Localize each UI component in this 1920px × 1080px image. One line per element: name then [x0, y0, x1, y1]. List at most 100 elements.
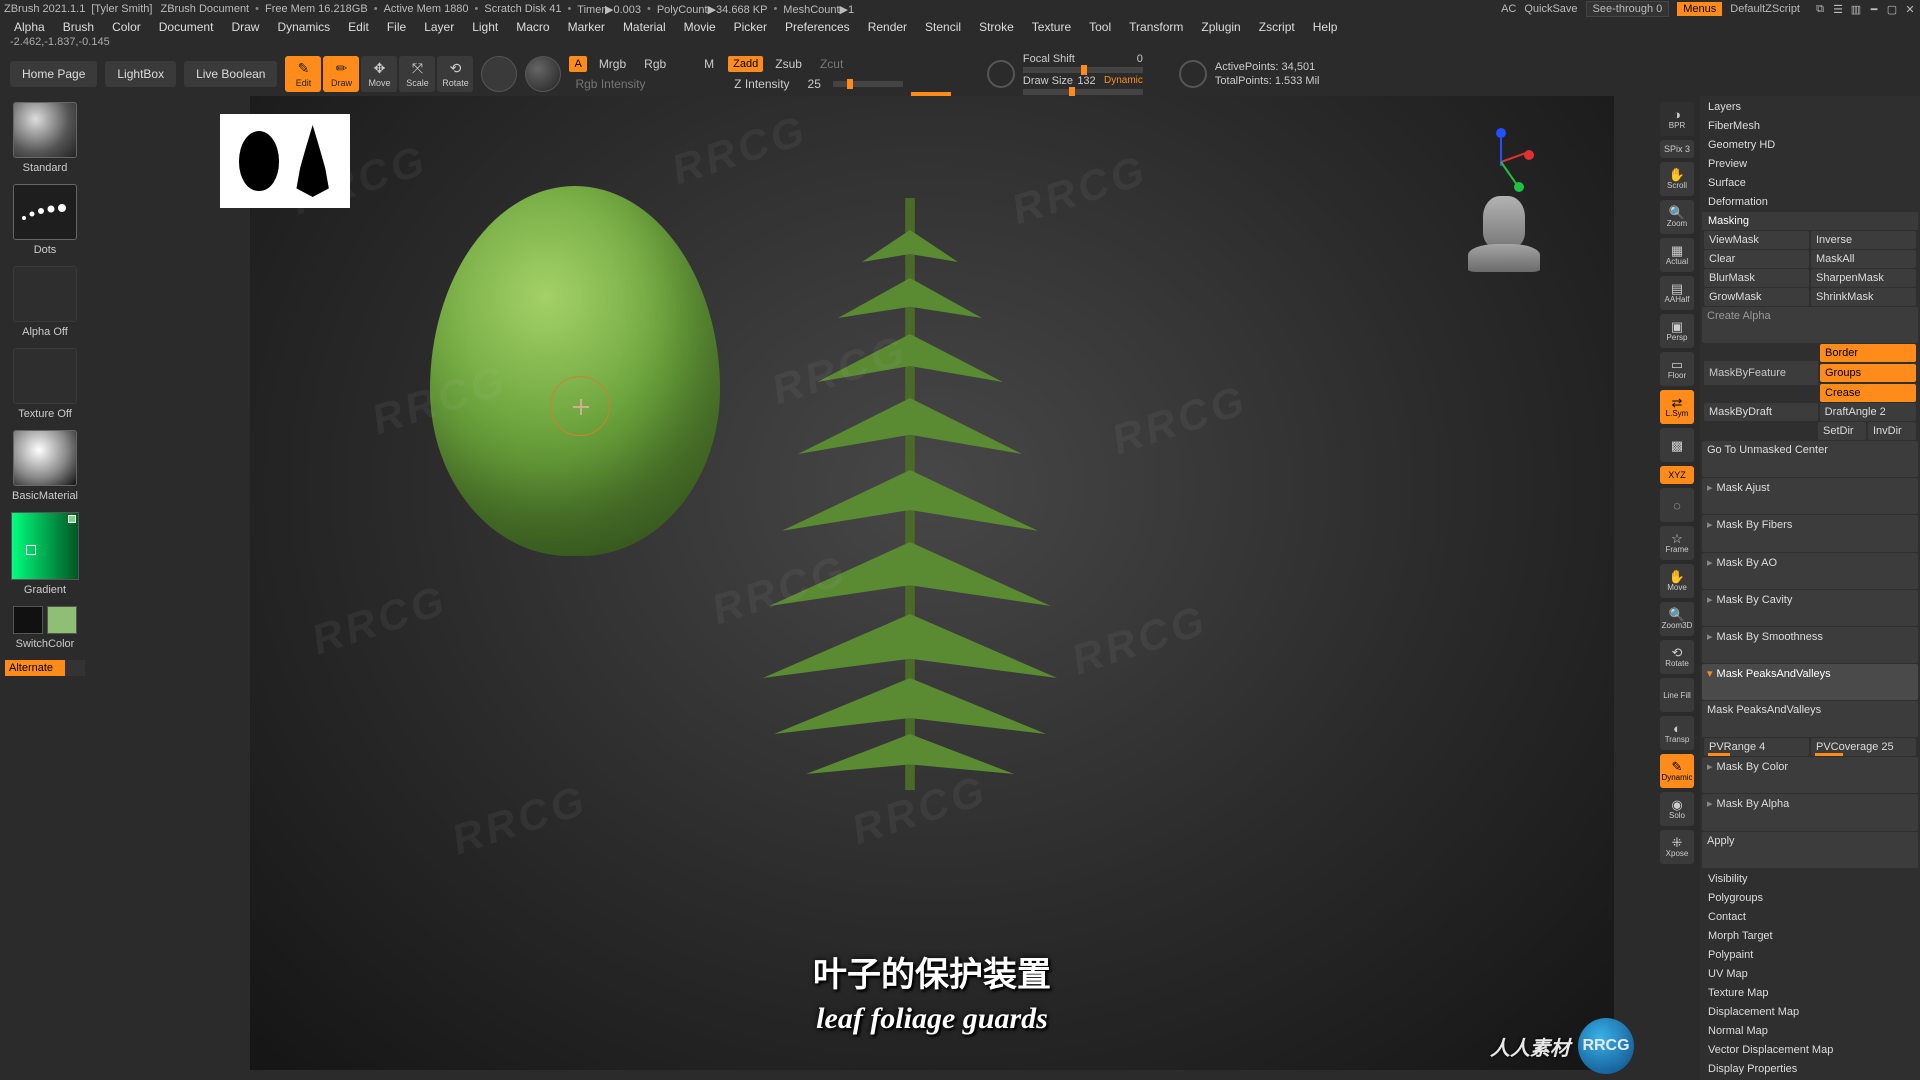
cam-head-icon[interactable]	[1464, 196, 1544, 296]
menu-color[interactable]: Color	[112, 20, 141, 34]
mask-smoothness-button[interactable]: ▸Mask By Smoothness	[1702, 627, 1918, 663]
menu-dynamics[interactable]: Dynamics	[277, 20, 330, 34]
section-displayprops[interactable]: Display Properties	[1702, 1060, 1918, 1078]
switchcolor-button[interactable]: SwitchColor	[16, 638, 75, 650]
mask-ao-button[interactable]: ▸Mask By AO	[1702, 553, 1918, 589]
bpr-button[interactable]: ◑BPR	[1660, 102, 1694, 136]
layout2-icon[interactable]: ☰	[1832, 3, 1844, 16]
z-intensity-value[interactable]: 25	[802, 75, 827, 93]
section-normalmap[interactable]: Normal Map	[1702, 1022, 1918, 1040]
dynamic-tag[interactable]: Dynamic	[1104, 75, 1143, 87]
scale-mode-button[interactable]: ⤧Scale	[399, 56, 435, 92]
sculptris-button[interactable]	[525, 56, 561, 92]
menu-document[interactable]: Document	[159, 20, 214, 34]
menu-movie[interactable]: Movie	[684, 20, 716, 34]
blurmask-button[interactable]: BlurMask	[1704, 269, 1809, 287]
mask-peaksvalleys-header[interactable]: ▾Mask PeaksAndValleys	[1702, 664, 1918, 700]
menu-transform[interactable]: Transform	[1129, 20, 1183, 34]
drawsize-slider[interactable]	[1023, 89, 1143, 95]
material-thumb[interactable]	[13, 430, 77, 486]
xpose-button[interactable]: ⁜Xpose	[1660, 830, 1694, 864]
sharpenmask-button[interactable]: SharpenMask	[1811, 269, 1916, 287]
menu-edit[interactable]: Edit	[348, 20, 369, 34]
viewport[interactable]: RRCG RRCG RRCG RRCG RRCG RRCG RRCG RRCG …	[250, 96, 1614, 1070]
menu-alpha[interactable]: Alpha	[14, 20, 45, 34]
section-morphtarget[interactable]: Morph Target	[1702, 927, 1918, 945]
swatch-secondary[interactable]	[13, 606, 43, 634]
pvcoverage-slider[interactable]: PVCoverage 25	[1811, 738, 1916, 756]
crease-toggle[interactable]: Crease	[1820, 384, 1916, 402]
dynamic-button[interactable]: ✎Dynamic	[1660, 754, 1694, 788]
chan-zsub[interactable]: Zsub	[769, 55, 808, 73]
menu-stencil[interactable]: Stencil	[925, 20, 961, 34]
pvrange-slider[interactable]: PVRange 4	[1704, 738, 1809, 756]
quicksave-button[interactable]: QuickSave	[1524, 3, 1577, 15]
groups-toggle[interactable]: Groups	[1820, 364, 1916, 382]
move3d-button[interactable]: ✋Move	[1660, 564, 1694, 598]
clear-button[interactable]: Clear	[1704, 250, 1809, 268]
maskall-button[interactable]: MaskAll	[1811, 250, 1916, 268]
focal-slider[interactable]	[1023, 67, 1143, 73]
menu-marker[interactable]: Marker	[568, 20, 605, 34]
menu-render[interactable]: Render	[868, 20, 907, 34]
layout-icon[interactable]: ⧉	[1814, 3, 1826, 16]
section-vdmap[interactable]: Vector Displacement Map	[1702, 1041, 1918, 1059]
seethrough-slider[interactable]: See-through 0	[1586, 1, 1670, 17]
color-picker[interactable]	[11, 512, 79, 580]
maximize-icon[interactable]: ▢	[1886, 3, 1898, 16]
z-intensity-slider[interactable]	[833, 81, 903, 87]
invdir-button[interactable]: InvDir	[1868, 422, 1916, 440]
menu-draw[interactable]: Draw	[231, 20, 259, 34]
move-mode-button[interactable]: ✥Move	[361, 56, 397, 92]
section-contact[interactable]: Contact	[1702, 908, 1918, 926]
spix-button[interactable]: SPix 3	[1660, 140, 1694, 158]
section-masking[interactable]: Masking	[1702, 212, 1918, 230]
section-texturemap[interactable]: Texture Map	[1702, 984, 1918, 1002]
section-visibility[interactable]: Visibility	[1702, 870, 1918, 888]
persp-button[interactable]: ▣Persp	[1660, 314, 1694, 348]
viewmask-button[interactable]: ViewMask	[1704, 231, 1809, 249]
menu-zplugin[interactable]: Zplugin	[1201, 20, 1240, 34]
menu-stroke[interactable]: Stroke	[979, 20, 1014, 34]
menu-light[interactable]: Light	[472, 20, 498, 34]
menu-preferences[interactable]: Preferences	[785, 20, 850, 34]
stroke-thumb[interactable]	[13, 184, 77, 240]
gizmo-button[interactable]	[481, 56, 517, 92]
section-polypaint[interactable]: Polypaint	[1702, 946, 1918, 964]
chan-zcut[interactable]: Zcut	[814, 55, 849, 73]
rotate3d-button[interactable]: ⟲Rotate	[1660, 640, 1694, 674]
menu-macro[interactable]: Macro	[516, 20, 549, 34]
section-layers[interactable]: Layers	[1702, 98, 1918, 116]
section-fibermesh[interactable]: FiberMesh	[1702, 117, 1918, 135]
maskbyfeature-button[interactable]: MaskByFeature	[1704, 361, 1818, 385]
mask-alpha-button[interactable]: ▸Mask By Alpha	[1702, 794, 1918, 830]
alpha-thumb[interactable]	[13, 266, 77, 322]
inverse-button[interactable]: Inverse	[1811, 231, 1916, 249]
chan-m[interactable]: M	[698, 55, 720, 73]
menu-picker[interactable]: Picker	[734, 20, 767, 34]
section-polygroups[interactable]: Polygroups	[1702, 889, 1918, 907]
menu-tool[interactable]: Tool	[1089, 20, 1111, 34]
lasso-button[interactable]: ◌	[1660, 488, 1694, 522]
lsym-button[interactable]: ⇄L.Sym	[1660, 390, 1694, 424]
close-icon[interactable]: ✕	[1904, 3, 1916, 16]
texture-thumb[interactable]	[13, 348, 77, 404]
actual-button[interactable]: ▦Actual	[1660, 238, 1694, 272]
menu-zscript[interactable]: Zscript	[1259, 20, 1295, 34]
menu-layer[interactable]: Layer	[424, 20, 454, 34]
floor-button[interactable]: ▭Floor	[1660, 352, 1694, 386]
chan-mrgb[interactable]: Mrgb	[593, 55, 632, 73]
menu-file[interactable]: File	[387, 20, 406, 34]
mask-adjust-button[interactable]: ▸Mask Ajust	[1702, 478, 1918, 514]
section-uvmap[interactable]: UV Map	[1702, 965, 1918, 983]
chan-rgb[interactable]: Rgb	[638, 55, 672, 73]
axis-gizmo[interactable]	[1466, 126, 1536, 196]
default-zscript[interactable]: DefaultZScript	[1730, 3, 1800, 15]
zoom-button[interactable]: 🔍Zoom	[1660, 200, 1694, 234]
focal-knob[interactable]	[987, 60, 1015, 88]
menu-brush[interactable]: Brush	[63, 20, 94, 34]
transp-button[interactable]: ◐Transp	[1660, 716, 1694, 750]
mask-cavity-button[interactable]: ▸Mask By Cavity	[1702, 590, 1918, 626]
section-geometryhd[interactable]: Geometry HD	[1702, 136, 1918, 154]
brush-thumb[interactable]	[13, 102, 77, 158]
